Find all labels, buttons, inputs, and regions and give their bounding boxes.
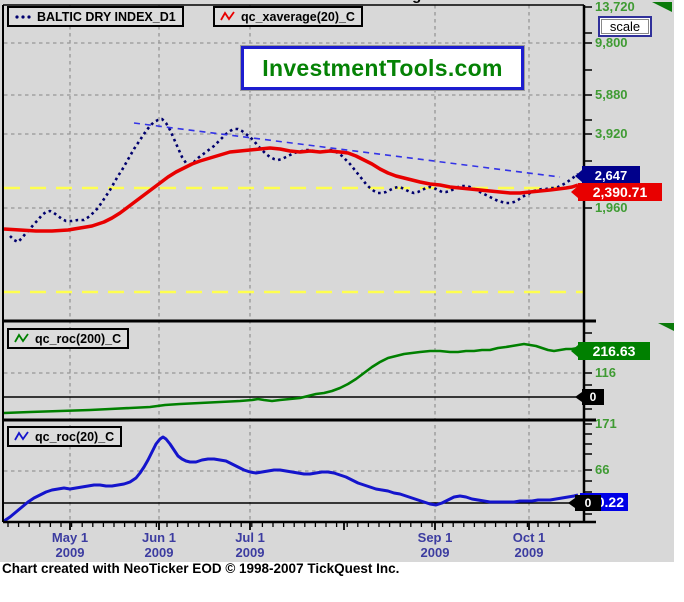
qc-roc-200-c-series-line [4,344,578,413]
panel-scale-arrow-icon[interactable] [652,2,672,12]
legend-baltic-dry-index[interactable]: BALTIC DRY INDEX_D1 [7,6,184,27]
neoticker-chart-window: Figure 2 BALTIC DRY INDEX_D1 qc_xaverage… [0,0,684,602]
badge-arrow-icon [571,186,578,198]
qc-roc-20-c-series-line [4,437,578,521]
legend-xaverage[interactable]: qc_xaverage(20)_C [213,6,363,27]
legend-label: qc_roc(200)_C [35,332,121,346]
qc-xaverage-20-c-series-line [4,148,578,231]
badge-arrow-icon [575,392,582,402]
roc200-zero-badge: 0 [582,389,604,405]
zigzag-line-icon [14,431,30,442]
zigzag-line-icon [14,333,30,344]
badge-arrow-icon [571,345,578,357]
scale-button[interactable]: scale [598,16,652,37]
legend-label: qc_roc(20)_C [35,430,114,444]
legend-label: BALTIC DRY INDEX_D1 [37,10,176,24]
trendline-series-line [134,123,560,177]
footer-credit: Chart created with NeoTicker EOD © 1998-… [2,561,399,576]
legend-roc20[interactable]: qc_roc(20)_C [7,426,122,447]
legend-roc200[interactable]: qc_roc(200)_C [7,328,129,349]
panel-scale-arrow-icon[interactable] [658,323,674,331]
investmenttools-watermark: InvestmentTools.com [241,46,524,90]
average-value-badge: 2,390.71 [578,183,662,201]
figure-caption: Figure 2 [368,0,488,4]
roc200-value-badge: 216.63 [578,342,650,360]
roc20-zero-badge: 0 [575,495,601,511]
badge-arrow-icon [575,170,582,182]
dotted-line-icon [14,12,32,22]
badge-arrow-icon [568,498,575,508]
zigzag-line-icon [220,11,236,22]
legend-label: qc_xaverage(20)_C [241,10,355,24]
